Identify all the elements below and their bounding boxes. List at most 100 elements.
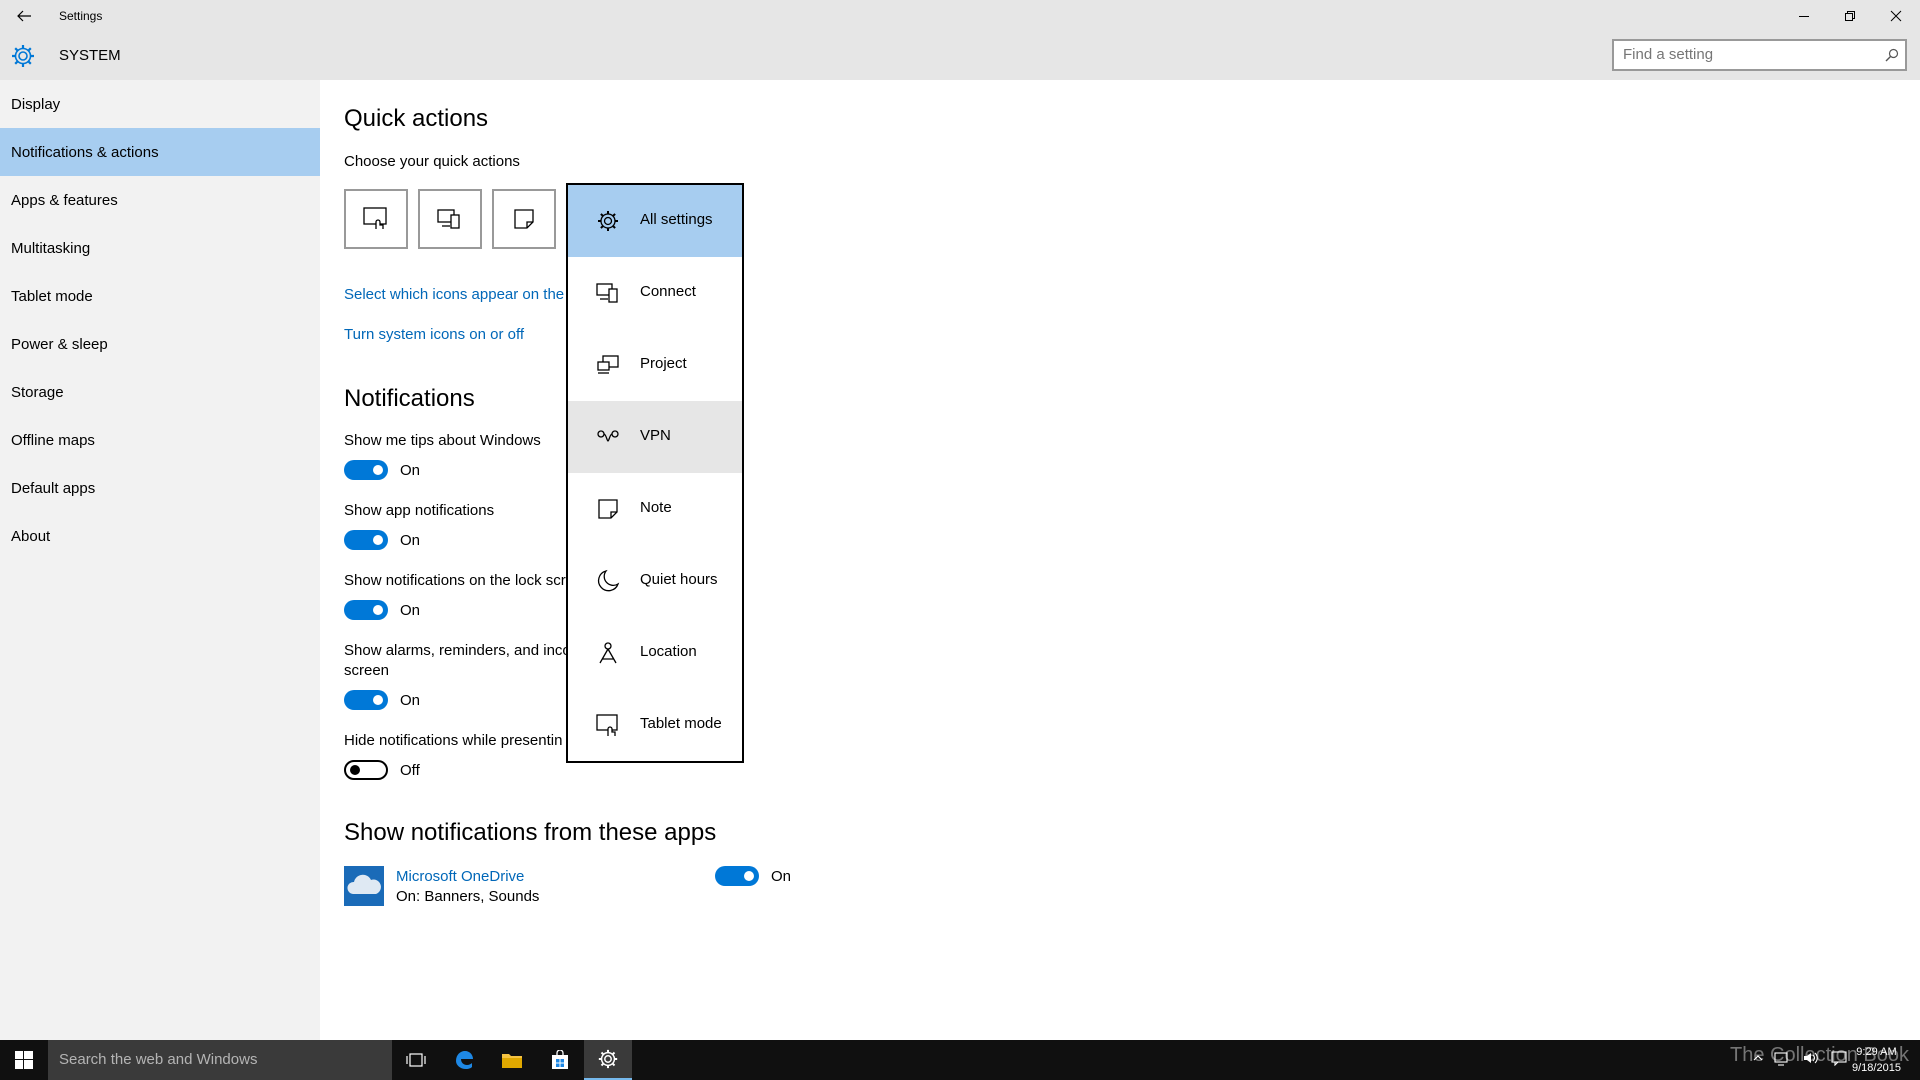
flyout-label-tablet-mode: Tablet mode xyxy=(640,715,722,732)
system-tray xyxy=(1752,1050,1848,1066)
minimize-icon xyxy=(1799,16,1809,17)
quick-actions-heading: Quick actions xyxy=(344,105,489,132)
volume-icon[interactable] xyxy=(1802,1050,1820,1066)
flyout-label-vpn: VPN xyxy=(640,427,671,444)
toggle-app-notifications[interactable] xyxy=(344,530,388,550)
setting-label-alarms: Show alarms, reminders, and inco xyxy=(344,642,571,659)
apps-notifications-heading: Show notifications from these apps xyxy=(344,819,717,846)
sidebar-item-offline-maps[interactable]: Offline maps xyxy=(0,416,320,464)
toggle-presenting[interactable] xyxy=(344,760,388,780)
quick-action-flyout: All settings Connect Project VPN Note Qu… xyxy=(566,183,744,763)
app-name-onedrive[interactable]: Microsoft OneDrive xyxy=(396,868,524,885)
flyout-item-tablet-mode[interactable]: Tablet mode xyxy=(568,689,742,761)
restore-button[interactable] xyxy=(1827,0,1873,32)
file-explorer-button[interactable] xyxy=(488,1040,536,1080)
store-icon xyxy=(552,1050,568,1069)
taskbar-search[interactable] xyxy=(48,1040,392,1080)
search-icon[interactable] xyxy=(1885,48,1899,62)
app-detail-onedrive: On: Banners, Sounds xyxy=(396,888,540,905)
select-icons-link[interactable]: Select which icons appear on the xyxy=(344,286,564,303)
sidebar-item-multitasking[interactable]: Multitasking xyxy=(0,224,320,272)
page-title: SYSTEM xyxy=(59,47,121,64)
search-box[interactable] xyxy=(1612,39,1907,71)
quick-action-slot-connect[interactable] xyxy=(418,189,482,249)
back-arrow-icon xyxy=(17,10,31,22)
toggle-state-lock-screen: On xyxy=(400,602,421,619)
toggle-state-tips: On xyxy=(400,462,421,479)
restore-icon xyxy=(1845,11,1855,21)
sidebar-item-power-sleep[interactable]: Power & sleep xyxy=(0,320,320,368)
quick-action-slot-tablet-mode[interactable] xyxy=(344,189,408,249)
flyout-item-connect[interactable]: Connect xyxy=(568,257,742,329)
close-icon xyxy=(1890,10,1902,22)
flyout-item-project[interactable]: Project xyxy=(568,329,742,401)
toggle-state-onedrive: On xyxy=(771,868,792,885)
clock-date: 9/18/2015 xyxy=(1852,1062,1901,1074)
setting-label-lock-screen: Show notifications on the lock scr xyxy=(344,572,566,589)
toggle-alarms[interactable] xyxy=(344,690,388,710)
back-button[interactable] xyxy=(0,0,48,32)
location-icon xyxy=(599,642,617,664)
settings-taskbar-button[interactable] xyxy=(584,1040,632,1080)
start-button[interactable] xyxy=(0,1040,48,1080)
toggle-tips[interactable] xyxy=(344,460,388,480)
search-input[interactable] xyxy=(1623,41,1873,67)
sidebar-item-display[interactable]: Display xyxy=(0,80,320,128)
windows-logo-icon xyxy=(15,1051,33,1069)
note-icon xyxy=(514,209,534,229)
action-center-icon[interactable] xyxy=(1830,1050,1848,1066)
onedrive-icon xyxy=(344,866,384,906)
task-view-button[interactable] xyxy=(392,1040,440,1080)
folder-icon xyxy=(502,1054,522,1068)
system-icons-link[interactable]: Turn system icons on or off xyxy=(344,326,524,343)
toggle-state-presenting: Off xyxy=(400,762,420,779)
flyout-item-vpn[interactable]: VPN xyxy=(568,401,742,473)
taskbar: The Collection Book 9:29 AM 9/18/2015 xyxy=(0,1040,1920,1080)
taskbar-search-input[interactable] xyxy=(59,1051,379,1068)
setting-label-presenting: Hide notifications while presentin xyxy=(344,732,563,749)
sidebar-item-about[interactable]: About xyxy=(0,512,320,560)
flyout-item-note[interactable]: Note xyxy=(568,473,742,545)
gear-icon xyxy=(12,45,34,67)
note-icon xyxy=(598,499,618,519)
connect-icon xyxy=(437,209,460,229)
tablet-mode-icon xyxy=(363,207,387,229)
sidebar-item-storage[interactable]: Storage xyxy=(0,368,320,416)
project-icon xyxy=(597,355,619,374)
flyout-label-all-settings: All settings xyxy=(640,211,713,228)
flyout-item-location[interactable]: Location xyxy=(568,617,742,689)
edge-button[interactable] xyxy=(440,1040,488,1080)
sidebar-item-notifications-actions[interactable]: Notifications & actions xyxy=(0,128,320,176)
moon-icon xyxy=(597,569,620,592)
minimize-button[interactable] xyxy=(1781,0,1827,32)
flyout-label-note: Note xyxy=(640,499,672,516)
chevron-up-icon[interactable] xyxy=(1752,1050,1764,1066)
flyout-label-project: Project xyxy=(640,355,687,372)
store-button[interactable] xyxy=(536,1040,584,1080)
clock-time: 9:29 AM xyxy=(1856,1046,1897,1058)
vpn-icon xyxy=(597,430,619,442)
tablet-mode-icon xyxy=(596,714,618,736)
notifications-heading: Notifications xyxy=(344,385,475,412)
quick-action-slot-note[interactable] xyxy=(492,189,556,249)
flyout-item-quiet-hours[interactable]: Quiet hours xyxy=(568,545,742,617)
quick-actions-subheading: Choose your quick actions xyxy=(344,153,520,170)
flyout-label-connect: Connect xyxy=(640,283,696,300)
connect-icon xyxy=(596,283,618,303)
toggle-onedrive[interactable] xyxy=(715,866,759,886)
sidebar-item-default-apps[interactable]: Default apps xyxy=(0,464,320,512)
sidebar: Display Notifications & actions Apps & f… xyxy=(0,80,320,1040)
toggle-state-app-notifications: On xyxy=(400,532,421,549)
network-icon[interactable] xyxy=(1774,1050,1792,1066)
sidebar-item-apps-features[interactable]: Apps & features xyxy=(0,176,320,224)
flyout-item-all-settings[interactable]: All settings xyxy=(568,185,742,257)
setting-label-app-notifications: Show app notifications xyxy=(344,502,495,519)
title-bar: Settings xyxy=(0,0,1920,32)
close-button[interactable] xyxy=(1873,0,1919,32)
toggle-lock-screen[interactable] xyxy=(344,600,388,620)
setting-label-tips: Show me tips about Windows xyxy=(344,432,541,449)
setting-label-alarms-line2: screen xyxy=(344,662,390,679)
taskbar-clock[interactable]: 9:29 AM 9/18/2015 xyxy=(1852,1044,1901,1076)
sidebar-item-tablet-mode[interactable]: Tablet mode xyxy=(0,272,320,320)
gear-icon xyxy=(598,211,618,231)
